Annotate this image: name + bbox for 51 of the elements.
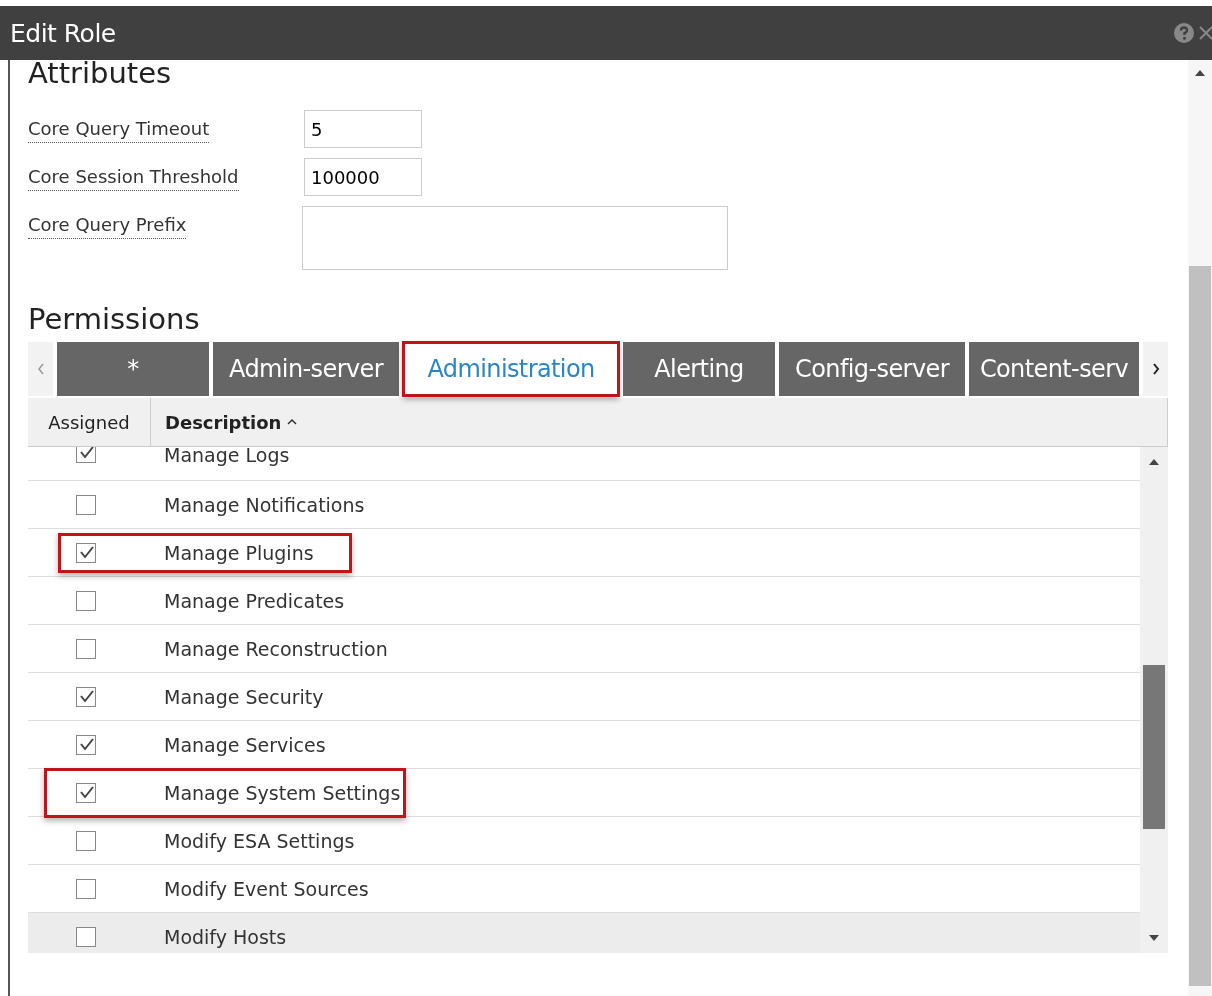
scroll-right-button[interactable] <box>1143 342 1168 396</box>
checkbox[interactable] <box>76 447 96 463</box>
tab[interactable]: Administration <box>403 342 619 396</box>
table-cell: Modify ESA Settings <box>164 829 355 852</box>
window-title: Edit Role <box>10 18 117 48</box>
input-field[interactable] <box>302 206 728 270</box>
scroll-down-icon[interactable] <box>1149 935 1159 941</box>
scroll-up-icon[interactable] <box>1149 459 1159 465</box>
section-heading: Attributes <box>28 58 173 88</box>
chevron-left-icon <box>36 362 45 376</box>
table-cell: Manage Logs <box>164 447 290 466</box>
checkbox[interactable] <box>76 638 96 659</box>
input-field[interactable]: 5 <box>304 110 422 148</box>
table-cell: Manage Security <box>164 685 324 708</box>
section-heading: Permissions <box>28 304 201 334</box>
chevron-right-icon <box>1151 362 1160 376</box>
scrollbar-thumb[interactable] <box>1189 266 1211 986</box>
sort-ascending-icon <box>287 418 298 426</box>
table-cell: Manage Services <box>164 733 326 756</box>
checkbox[interactable] <box>76 926 96 947</box>
tab[interactable]: * <box>57 342 209 396</box>
checkbox[interactable] <box>76 878 96 899</box>
table-cell: Manage Predicates <box>164 589 345 612</box>
help-icon[interactable] <box>1174 23 1194 43</box>
scrollbar-thumb[interactable] <box>1143 665 1165 829</box>
scroll-up-icon[interactable] <box>1195 70 1205 76</box>
tab[interactable]: Alerting <box>623 342 775 396</box>
table-cell: Manage Notifications <box>164 493 365 516</box>
checkbox[interactable] <box>76 830 96 851</box>
scrollbar[interactable] <box>1140 447 1168 953</box>
checkbox[interactable] <box>76 782 96 803</box>
field-label: Core Query Timeout <box>28 118 210 143</box>
table-cell: Manage System Settings <box>164 781 401 804</box>
checkbox[interactable] <box>76 686 96 707</box>
scrollbar[interactable] <box>1188 60 1212 996</box>
table-cell: Modify Hosts <box>164 925 287 948</box>
field-label: Core Query Prefix <box>28 214 187 239</box>
table-cell: Manage Reconstruction <box>164 637 388 660</box>
tab[interactable]: Config-server <box>779 342 965 396</box>
checkbox[interactable] <box>76 542 96 563</box>
checkbox[interactable] <box>76 734 96 755</box>
checkbox[interactable] <box>76 590 96 611</box>
checkbox[interactable] <box>76 494 96 515</box>
table-cell: Modify Event Sources <box>164 877 369 900</box>
table-cell: Manage Plugins <box>164 541 314 564</box>
field-label: Core Session Threshold <box>28 166 239 191</box>
column-header[interactable]: Description <box>151 398 1168 446</box>
input-field[interactable]: 100000 <box>304 158 422 196</box>
tab[interactable]: Content-serv <box>969 342 1139 396</box>
column-header[interactable]: Assigned <box>28 398 151 446</box>
tab[interactable]: Admin-server <box>213 342 399 396</box>
